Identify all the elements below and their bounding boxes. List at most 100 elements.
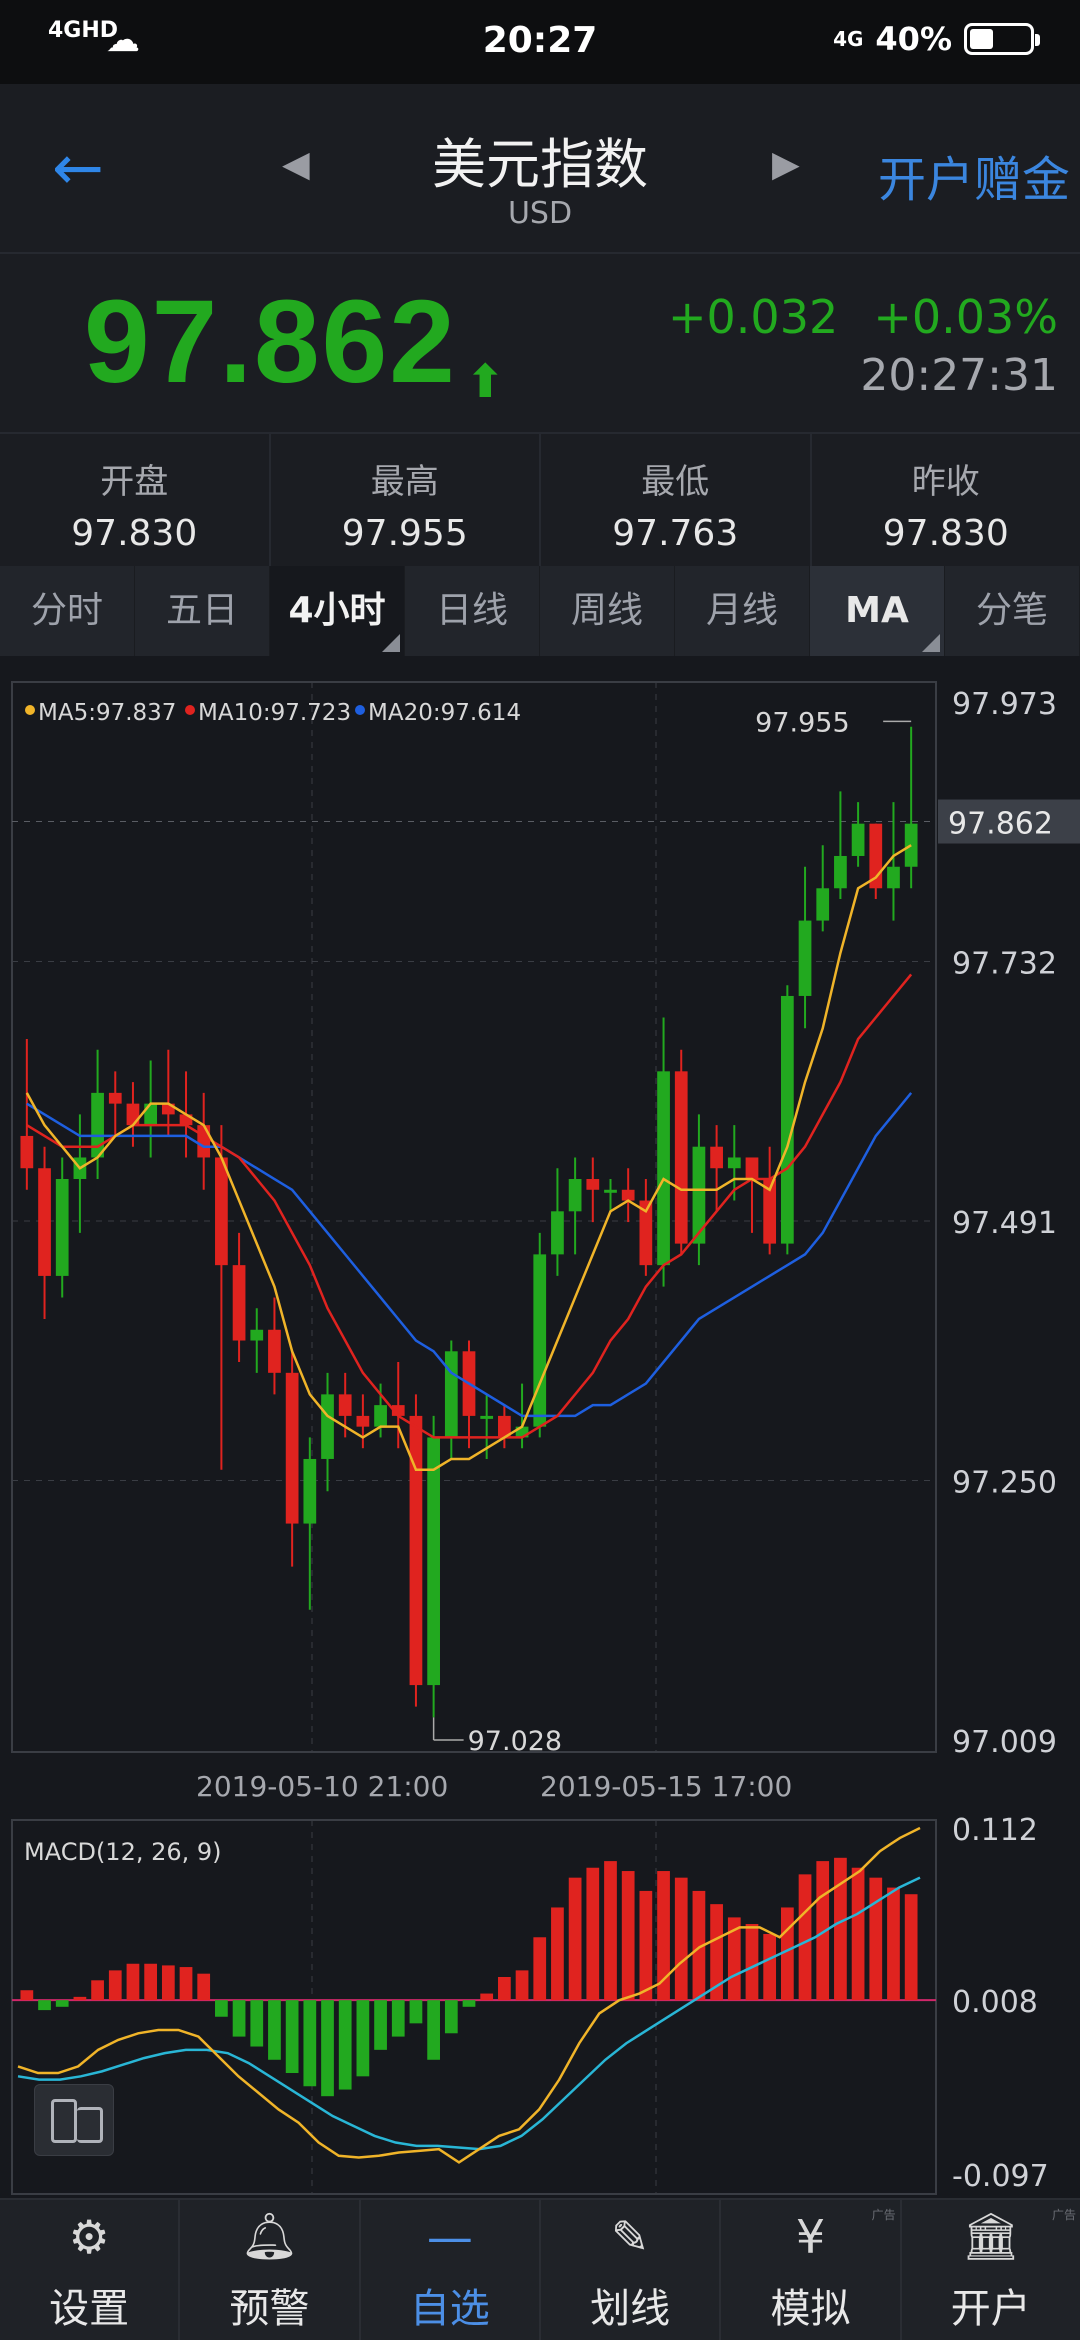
tab-tick[interactable]: 分笔 [945, 566, 1080, 656]
macd-histogram-bar [763, 1933, 777, 2001]
macd-histogram-bar [869, 1877, 883, 2001]
battery-icon [964, 23, 1040, 55]
candle-body [285, 1372, 299, 1524]
candle-body [887, 866, 900, 889]
macd-histogram-bar [674, 1877, 688, 2001]
nav-label: 预警 [229, 2286, 310, 2332]
macd-histogram-bar [887, 1887, 900, 2001]
tab-five-day[interactable]: 五日 [135, 566, 270, 656]
candle-body [55, 1179, 69, 1276]
candle-body [727, 1157, 741, 1169]
tab-timeshare[interactable]: 分时 [0, 566, 135, 656]
macd-histogram-bar [374, 2000, 387, 2050]
rotate-screen-button[interactable] [34, 2084, 114, 2156]
legend-dot [355, 705, 365, 715]
candle-body [657, 1071, 670, 1266]
macd-histogram-bar [232, 2000, 246, 2037]
macd-histogram-bar [161, 1965, 175, 2001]
macd-histogram-bar [409, 2000, 423, 2024]
chart-area[interactable]: 97.973 97.732 97.491 97.250 97.009 97.862 MA5:… [0, 656, 1080, 2198]
candle-body [356, 1415, 370, 1427]
candle-body [126, 1103, 140, 1126]
macd-histogram-bar [533, 1937, 547, 2001]
pen-icon: ✎ [610, 2210, 650, 2264]
tab-4hour[interactable]: 4小时 [270, 566, 405, 656]
next-instrument-icon[interactable]: ▶ [772, 144, 800, 185]
up-arrow-icon: ⬆ [466, 354, 505, 408]
stat-value: 97.955 [341, 513, 468, 554]
macd-label: MACD(12, 26, 9) [24, 1838, 222, 1866]
nav-settings[interactable]: ⚙ 设置 [0, 2200, 181, 2340]
header: ← ◀ 美元指数 USD ▶ 开户赠金 [0, 84, 1080, 254]
bell-icon: 🔔︎ [240, 2209, 299, 2263]
nav-alert[interactable]: 🔔︎ 预警 [180, 2200, 361, 2340]
macd-panel-frame [11, 1819, 937, 2195]
macd-histogram-bar [798, 1874, 812, 2001]
candle-body [745, 1157, 759, 1180]
macd-histogram-bar [303, 2000, 317, 2087]
macd-histogram-bar [250, 2000, 264, 2047]
candle-body [710, 1146, 723, 1169]
x-tick-label: 2019-05-15 17:00 [540, 1770, 792, 1803]
candle-body [604, 1189, 617, 1193]
battery-percent: 40% [875, 20, 952, 58]
candle-body [480, 1415, 494, 1419]
stats-row: 开盘 97.830 最高 97.955 最低 97.763 昨收 97.830 [0, 434, 1080, 566]
nav-label: 划线 [590, 2286, 671, 2332]
minus-icon: — [426, 2210, 473, 2264]
macd-histogram-bar [568, 1877, 582, 2001]
gear-icon: ⚙ [68, 2210, 110, 2264]
macd-histogram-bar [515, 1970, 529, 2001]
nav-simulate[interactable]: 广告 ¥ 模拟 [721, 2200, 902, 2340]
stat-label: 开盘 [100, 462, 169, 502]
candle-body [338, 1394, 352, 1416]
macd-histogram-bar [356, 2000, 370, 2077]
macd-histogram-bar [462, 2000, 476, 2007]
kline-chart[interactable]: 97.973 97.732 97.491 97.250 97.009 97.862 MA5:… [0, 656, 1080, 2198]
nav-label: 模拟 [770, 2286, 851, 2332]
tab-daily[interactable]: 日线 [405, 566, 540, 656]
candle-body [780, 995, 794, 1244]
stat-label: 最低 [641, 462, 710, 502]
macd-histogram-bar [321, 2000, 334, 2097]
macd-histogram-bar [108, 1970, 122, 2001]
candle-body [144, 1103, 158, 1126]
candle-body [20, 1135, 34, 1169]
candle-body [533, 1254, 547, 1427]
macd-histogram-bar [91, 1980, 104, 2001]
y-tick-label: 97.973 [952, 687, 1057, 722]
nav-draw[interactable]: ✎ 划线 [541, 2200, 722, 2340]
legend-entry: MA10:97.723 [198, 700, 351, 726]
candle-body [444, 1351, 458, 1438]
macd-histogram-bar [904, 1894, 918, 2001]
candle-body [568, 1179, 582, 1212]
candle-body [674, 1071, 688, 1244]
price-change-percent: +0.03% [873, 290, 1058, 344]
stat-value: 97.830 [882, 513, 1009, 554]
macd-histogram-bar [480, 1993, 494, 2001]
macd-histogram-bar [38, 2000, 51, 2011]
legend-entry: MA5:97.837 [38, 700, 176, 726]
open-account-link[interactable]: 开户赠金 [878, 140, 1070, 210]
stat-open: 开盘 97.830 [0, 434, 271, 566]
macd-histogram-bar [427, 2000, 440, 2060]
bank-icon: 🏛︎ [961, 2209, 1020, 2263]
candle-body [303, 1458, 317, 1524]
tab-weekly[interactable]: 周线 [540, 566, 675, 656]
tab-monthly[interactable]: 月线 [675, 566, 810, 656]
candle-body [851, 823, 865, 856]
network-4g-icon: 4G [833, 27, 864, 51]
candle-body [250, 1329, 264, 1341]
max-label: 97.955 [755, 707, 849, 738]
quote-time: 20:27:31 [860, 350, 1058, 401]
status-right: 4G 40% [833, 20, 1040, 58]
macd-histogram-bar [179, 1967, 193, 2001]
macd-histogram-bar [834, 1857, 847, 2001]
stat-label: 最高 [370, 462, 439, 502]
macd-histogram-bar [285, 2000, 299, 2074]
nav-watchlist[interactable]: — 自选 [361, 2200, 541, 2340]
nav-open-account[interactable]: 广告 🏛︎ 开户 [902, 2200, 1080, 2340]
phone-icon [51, 2099, 77, 2143]
tab-ma[interactable]: MA [810, 566, 945, 656]
yen-icon: ¥ [795, 2210, 826, 2264]
